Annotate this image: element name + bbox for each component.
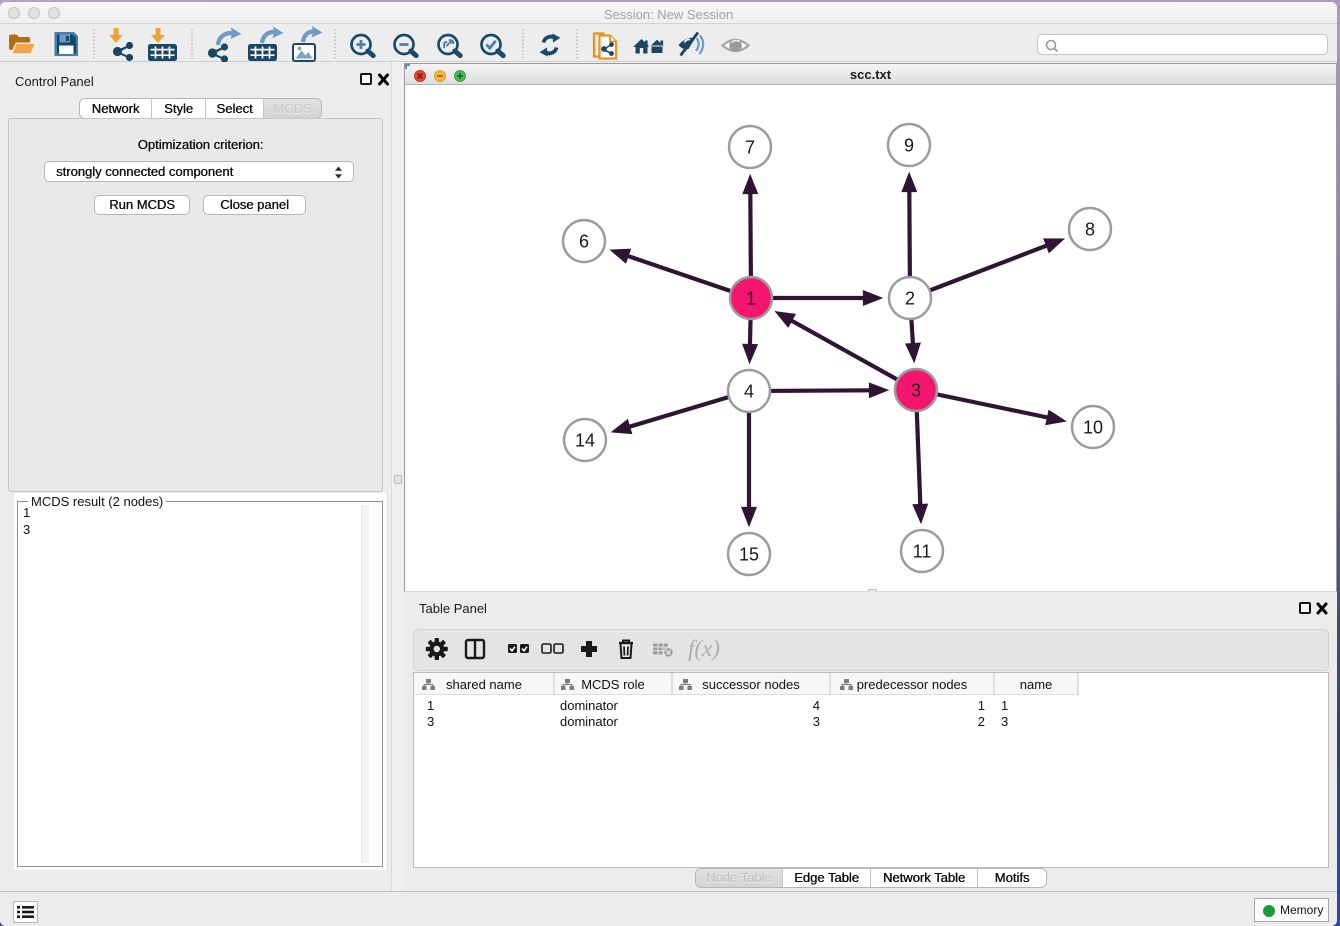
svg-text:name: name (1020, 677, 1053, 692)
svg-text:MCDS role: MCDS role (581, 677, 645, 692)
svg-text:1: 1 (746, 289, 756, 309)
svg-text:predecessor nodes: predecessor nodes (857, 677, 968, 692)
svg-text:10: 10 (1083, 418, 1103, 438)
svg-text:14: 14 (575, 431, 595, 451)
svg-text:6: 6 (579, 232, 589, 252)
svg-text:11: 11 (913, 542, 932, 562)
svg-text:successor nodes: successor nodes (702, 677, 800, 692)
svg-text:9: 9 (904, 136, 914, 156)
svg-text:7: 7 (745, 138, 755, 158)
svg-text:2: 2 (905, 289, 915, 309)
svg-text:8: 8 (1085, 220, 1095, 240)
svg-text:4: 4 (744, 382, 754, 402)
svg-text:f(x): f(x) (688, 636, 720, 661)
svg-text:shared name: shared name (446, 677, 522, 692)
svg-text:3: 3 (911, 381, 921, 401)
svg-text:15: 15 (739, 545, 759, 565)
